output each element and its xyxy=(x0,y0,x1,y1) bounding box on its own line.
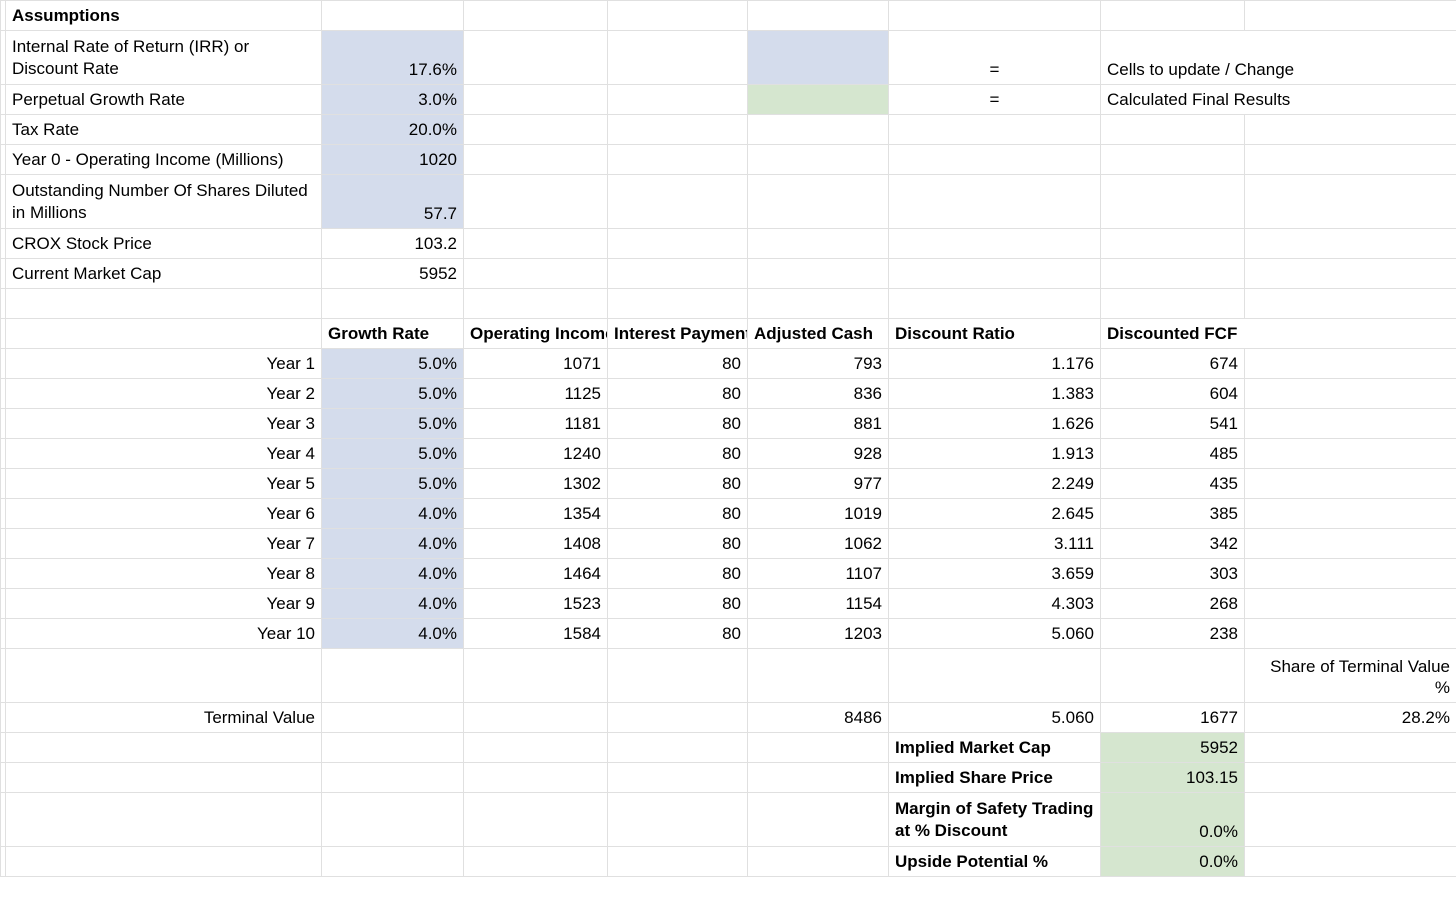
dfcf-cell[interactable]: 674 xyxy=(1101,349,1245,379)
tax-label: Tax Rate xyxy=(6,115,322,145)
terminal-ratio[interactable]: 5.060 xyxy=(889,703,1101,733)
hdr-adjcash: Adjusted Cash xyxy=(748,319,889,349)
tax-input[interactable]: 20.0% xyxy=(322,115,464,145)
y0-input[interactable]: 1020 xyxy=(322,145,464,175)
hdr-growth: Growth Rate xyxy=(322,319,464,349)
year-label: Year 4 xyxy=(6,439,322,469)
growth-input[interactable]: 4.0% xyxy=(322,619,464,649)
ratio-cell[interactable]: 1.176 xyxy=(889,349,1101,379)
year-label: Year 10 xyxy=(6,619,322,649)
year-label: Year 5 xyxy=(6,469,322,499)
implied-mcap-value[interactable]: 5952 xyxy=(1101,733,1245,763)
year-label: Year 6 xyxy=(6,499,322,529)
mcap-label: Current Market Cap xyxy=(6,259,322,289)
shares-label: Outstanding Number Of Shares Diluted in … xyxy=(6,175,322,229)
mos-label: Margin of Safety Trading at % Discount xyxy=(889,793,1101,847)
year-label: Year 3 xyxy=(6,409,322,439)
implied-price-value[interactable]: 103.15 xyxy=(1101,763,1245,793)
assumptions-header: Assumptions xyxy=(6,1,322,31)
growth-input[interactable]: 5.0% xyxy=(322,349,464,379)
year-label: Year 8 xyxy=(6,559,322,589)
hdr-discratio: Discount Ratio xyxy=(889,319,1101,349)
year-label: Year 2 xyxy=(6,379,322,409)
year-row: Year 6 4.0% 1354 80 1019 2.645 385 xyxy=(1,499,1456,529)
intpay-cell[interactable]: 80 xyxy=(608,349,748,379)
stock-price-value[interactable]: 103.2 xyxy=(322,229,464,259)
terminal-dfcf[interactable]: 1677 xyxy=(1101,703,1245,733)
year-row: Year 1 5.0% 1071 80 793 1.176 674 xyxy=(1,349,1456,379)
year-label: Year 1 xyxy=(6,349,322,379)
mos-value[interactable]: 0.0% xyxy=(1101,793,1245,847)
year-row: Year 10 4.0% 1584 80 1203 5.060 238 xyxy=(1,619,1456,649)
legend-blue-swatch xyxy=(748,31,889,85)
hdr-discfcf: Discounted FCF xyxy=(1101,319,1456,349)
opinc-cell[interactable]: 1071 xyxy=(464,349,608,379)
irr-input[interactable]: 17.6% xyxy=(322,31,464,85)
legend-equals-2: = xyxy=(889,85,1101,115)
year-label: Year 7 xyxy=(6,529,322,559)
y0-label: Year 0 - Operating Income (Millions) xyxy=(6,145,322,175)
hdr-intpay: Interest Payments xyxy=(608,319,748,349)
terminal-label: Terminal Value xyxy=(6,703,322,733)
legend-equals-1: = xyxy=(889,31,1101,85)
terminal-share-pct[interactable]: 28.2% xyxy=(1245,703,1456,733)
year-row: Year 8 4.0% 1464 80 1107 3.659 303 xyxy=(1,559,1456,589)
implied-mcap-label: Implied Market Cap xyxy=(889,733,1101,763)
legend-update-label: Cells to update / Change xyxy=(1101,31,1456,85)
year-row: Year 2 5.0% 1125 80 836 1.383 604 xyxy=(1,379,1456,409)
implied-price-label: Implied Share Price xyxy=(889,763,1101,793)
growth-input[interactable]: 5.0% xyxy=(322,439,464,469)
growth-input[interactable]: 4.0% xyxy=(322,499,464,529)
legend-green-swatch xyxy=(748,85,889,115)
adjcash-cell[interactable]: 793 xyxy=(748,349,889,379)
mcap-value[interactable]: 5952 xyxy=(322,259,464,289)
growth-input[interactable]: 4.0% xyxy=(322,559,464,589)
year-row: Year 7 4.0% 1408 80 1062 3.111 342 xyxy=(1,529,1456,559)
year-label: Year 9 xyxy=(6,589,322,619)
upside-value[interactable]: 0.0% xyxy=(1101,847,1245,877)
growth-input[interactable]: 5.0% xyxy=(322,409,464,439)
year-row: Year 3 5.0% 1181 80 881 1.626 541 xyxy=(1,409,1456,439)
terminal-adjcash[interactable]: 8486 xyxy=(748,703,889,733)
year-row: Year 9 4.0% 1523 80 1154 4.303 268 xyxy=(1,589,1456,619)
growth-input[interactable]: 5.0% xyxy=(322,379,464,409)
share-tv-header: Share of Terminal Value % xyxy=(1245,649,1456,703)
legend-calc-label: Calculated Final Results xyxy=(1101,85,1456,115)
irr-label: Internal Rate of Return (IRR) or Discoun… xyxy=(6,31,322,85)
growth-input[interactable]: 4.0% xyxy=(322,529,464,559)
upside-label: Upside Potential % xyxy=(889,847,1101,877)
pgr-input[interactable]: 3.0% xyxy=(322,85,464,115)
year-row: Year 5 5.0% 1302 80 977 2.249 435 xyxy=(1,469,1456,499)
pgr-label: Perpetual Growth Rate xyxy=(6,85,322,115)
growth-input[interactable]: 5.0% xyxy=(322,469,464,499)
stock-price-label: CROX Stock Price xyxy=(6,229,322,259)
year-row: Year 4 5.0% 1240 80 928 1.913 485 xyxy=(1,439,1456,469)
shares-input[interactable]: 57.7 xyxy=(322,175,464,229)
spreadsheet-table: Assumptions Internal Rate of Return (IRR… xyxy=(0,0,1456,877)
growth-input[interactable]: 4.0% xyxy=(322,589,464,619)
hdr-opinc: Operating Income xyxy=(464,319,608,349)
